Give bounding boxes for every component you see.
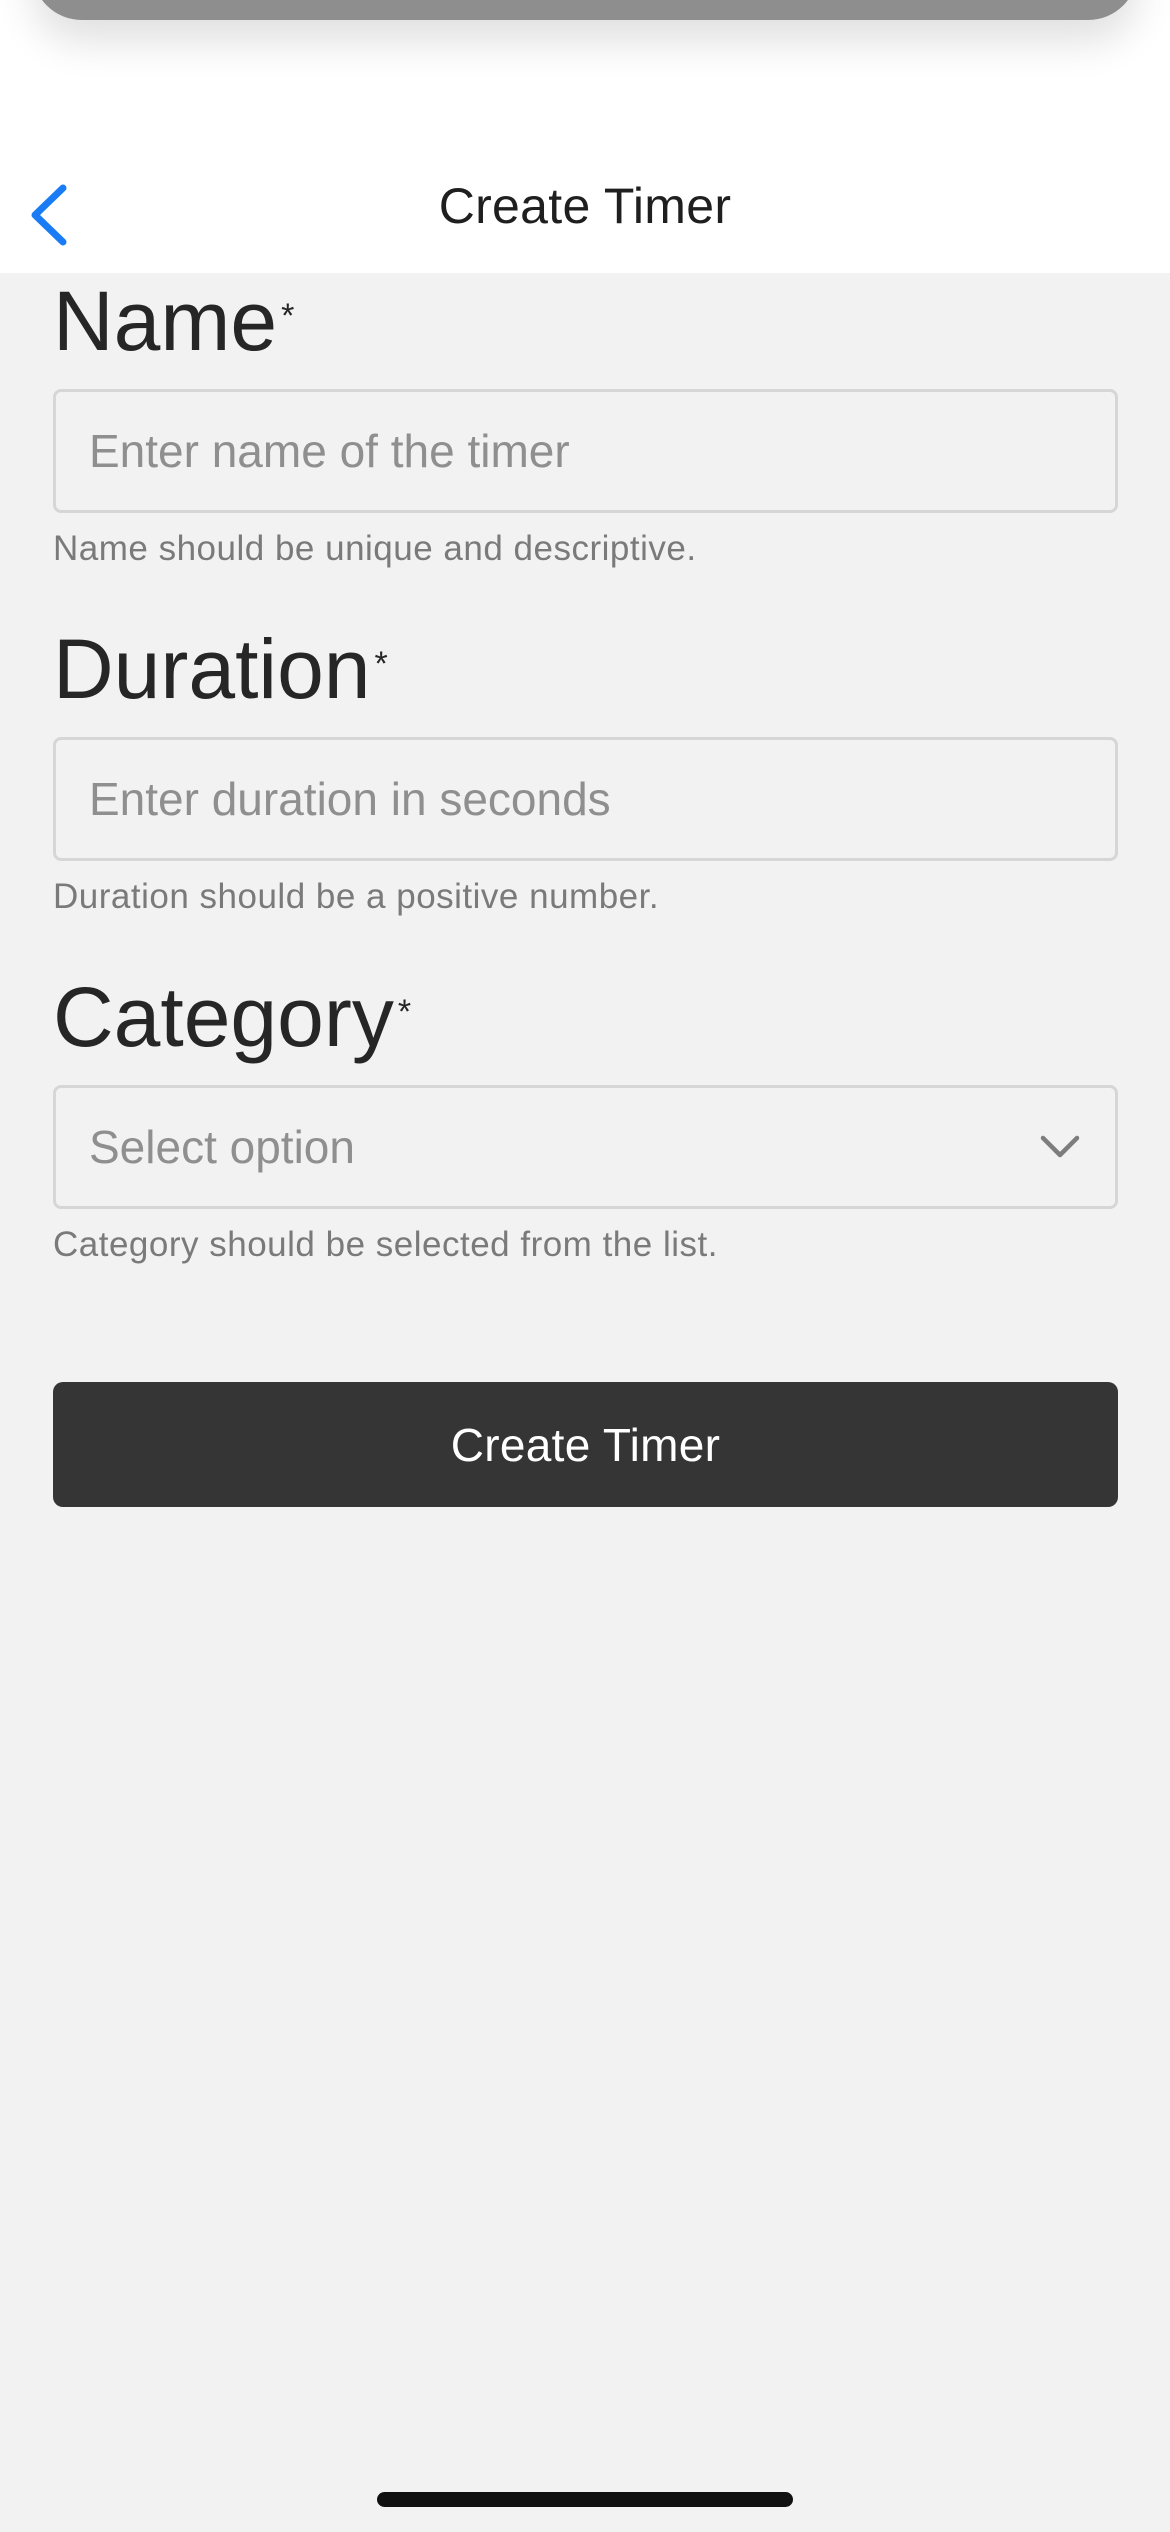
name-label-text: Name xyxy=(53,274,278,368)
category-label-text: Category xyxy=(53,970,394,1064)
category-select[interactable]: Select option xyxy=(53,1085,1118,1209)
category-field: Category * Select option Category should… xyxy=(53,969,1118,1267)
create-timer-form: Name * Name should be unique and descrip… xyxy=(53,273,1118,1267)
required-marker: * xyxy=(397,993,412,1031)
page-title: Create Timer xyxy=(438,178,732,234)
home-indicator xyxy=(377,2492,793,2507)
required-marker: * xyxy=(281,297,295,335)
name-field: Name * Name should be unique and descrip… xyxy=(53,273,1118,571)
chevron-down-icon xyxy=(1038,1125,1082,1169)
name-helper-text: Name should be unique and descriptive. xyxy=(53,529,697,568)
duration-field: Duration * Duration should be a positive… xyxy=(53,621,1118,919)
top-sheet-handle xyxy=(32,0,1138,20)
create-timer-button[interactable]: Create Timer xyxy=(53,1382,1118,1507)
category-label: Category * xyxy=(53,969,1118,1065)
required-marker: * xyxy=(374,645,388,683)
category-helper-text: Category should be selected from the lis… xyxy=(53,1225,718,1264)
name-input[interactable] xyxy=(53,389,1118,513)
name-label: Name * xyxy=(53,273,1118,369)
status-bar-area xyxy=(0,0,1170,160)
duration-label-text: Duration xyxy=(53,622,371,716)
duration-label: Duration * xyxy=(53,621,1118,717)
duration-helper-text: Duration should be a positive number. xyxy=(53,877,660,916)
duration-input[interactable] xyxy=(53,737,1118,861)
category-select-value: Select option xyxy=(89,1121,355,1173)
navigation-bar: Create Timer xyxy=(0,160,1170,273)
